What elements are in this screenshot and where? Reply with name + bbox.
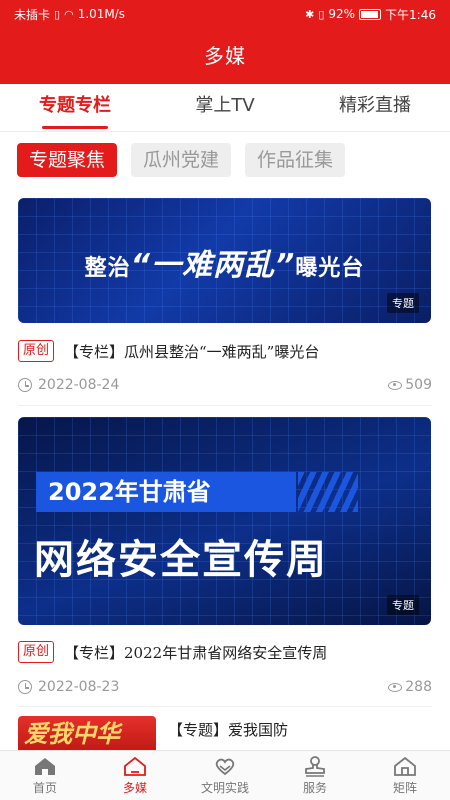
- nav-label: 文明实践: [200, 781, 249, 795]
- service-stamp-icon: [305, 756, 325, 777]
- original-badge: 原创: [18, 340, 55, 362]
- nav-label: 矩阵: [392, 781, 417, 795]
- clock-icon: [18, 680, 32, 694]
- matrix-house-icon: [394, 756, 416, 776]
- view-count: 509: [388, 377, 432, 393]
- nav-home[interactable]: 首页: [0, 751, 90, 800]
- sim-icon: ▯: [54, 7, 61, 21]
- eye-icon: [388, 682, 403, 692]
- wifi-icon: ◠: [64, 7, 74, 21]
- nav-label: 首页: [32, 781, 57, 795]
- media-home-icon: [124, 756, 146, 776]
- app-header: 未插卡 ▯ ◠ 1.01M/s ✱ ▯ 92% 下午1:46 多媒: [0, 0, 450, 84]
- nav-civilization-practice[interactable]: 文明实践: [180, 751, 270, 800]
- view-count: 288: [388, 679, 432, 695]
- article-info-row-2: 2022-08-23 288: [18, 679, 432, 695]
- nav-media[interactable]: 多媒: [90, 751, 180, 800]
- clock-icon: [18, 378, 32, 392]
- chip-party-building[interactable]: 瓜州党建: [131, 143, 232, 177]
- nav-label: 服务: [302, 781, 327, 795]
- image-band-text: 2022年甘肃省: [36, 472, 296, 512]
- nav-matrix[interactable]: 矩阵: [360, 751, 450, 800]
- image-text-prefix: 整治: [84, 256, 131, 281]
- topic-tag: 专题: [387, 595, 419, 615]
- battery-icon: [359, 8, 382, 20]
- battery-percent: 92%: [328, 7, 356, 21]
- category-chips: 专题聚焦 瓜州党建 作品征集: [17, 143, 346, 177]
- chip-works-collection[interactable]: 作品征集: [245, 143, 346, 177]
- image-text-suffix: 曝光台: [295, 256, 365, 281]
- vibrate-icon: ▯: [318, 7, 325, 21]
- top-tabs: 专题专栏 掌上TV 精彩直播: [0, 84, 450, 132]
- image-text-quote: “一难两乱”: [130, 248, 296, 283]
- article-title[interactable]: 【专栏】2022年甘肃省网络安全宣传周: [64, 642, 327, 663]
- divider: [18, 706, 432, 707]
- bottom-nav: 首页 多媒 文明实践 服务 矩阵: [0, 750, 450, 800]
- carrier-label: 未插卡: [14, 7, 51, 22]
- chip-topic-focus[interactable]: 专题聚焦: [17, 143, 118, 177]
- article-info-row-1: 2022-08-24 509: [18, 377, 432, 393]
- image-grid-pattern: [18, 417, 431, 625]
- nav-service[interactable]: 服务: [270, 751, 360, 800]
- original-badge: 原创: [18, 641, 55, 663]
- image-stripes: [298, 472, 358, 512]
- article-title-row-2[interactable]: 原创 【专栏】2022年甘肃省网络安全宣传周: [18, 641, 432, 663]
- divider: [18, 405, 432, 406]
- network-speed: 1.01M/s: [77, 7, 126, 21]
- image-headline-1: 整治“一难两乱”曝光台: [18, 240, 431, 284]
- tab-palm-tv[interactable]: 掌上TV: [150, 84, 300, 131]
- nav-label: 多媒: [122, 781, 147, 795]
- clock-time: 下午1:46: [385, 7, 436, 22]
- article-image-2[interactable]: 2022年甘肃省 网络安全宣传周 专题: [18, 417, 431, 625]
- article-date: 2022-08-23: [38, 679, 120, 695]
- status-bar: 未插卡 ▯ ◠ 1.01M/s ✱ ▯ 92% 下午1:46: [0, 0, 450, 28]
- image-big-text: 网络安全宣传周: [34, 537, 328, 583]
- topic-tag: 专题: [387, 293, 419, 313]
- article-title[interactable]: 【专栏】瓜州县整治“一难两乱”曝光台: [64, 341, 319, 362]
- article-date: 2022-08-24: [38, 377, 120, 393]
- article-title-row-1[interactable]: 原创 【专栏】瓜州县整治“一难两乱”曝光台: [18, 340, 432, 362]
- tab-live[interactable]: 精彩直播: [300, 84, 450, 131]
- home-icon: [35, 758, 55, 775]
- view-count-value: 288: [405, 679, 432, 695]
- bluetooth-icon: ✱: [305, 7, 315, 21]
- heart-hands-icon: [215, 758, 235, 776]
- article-image-1[interactable]: 整治“一难两乱”曝光台 专题: [18, 198, 431, 323]
- eye-icon: [388, 380, 403, 390]
- view-count-value: 509: [405, 377, 432, 393]
- tab-special-topics[interactable]: 专题专栏: [0, 84, 150, 131]
- page-title: 多媒: [204, 44, 246, 68]
